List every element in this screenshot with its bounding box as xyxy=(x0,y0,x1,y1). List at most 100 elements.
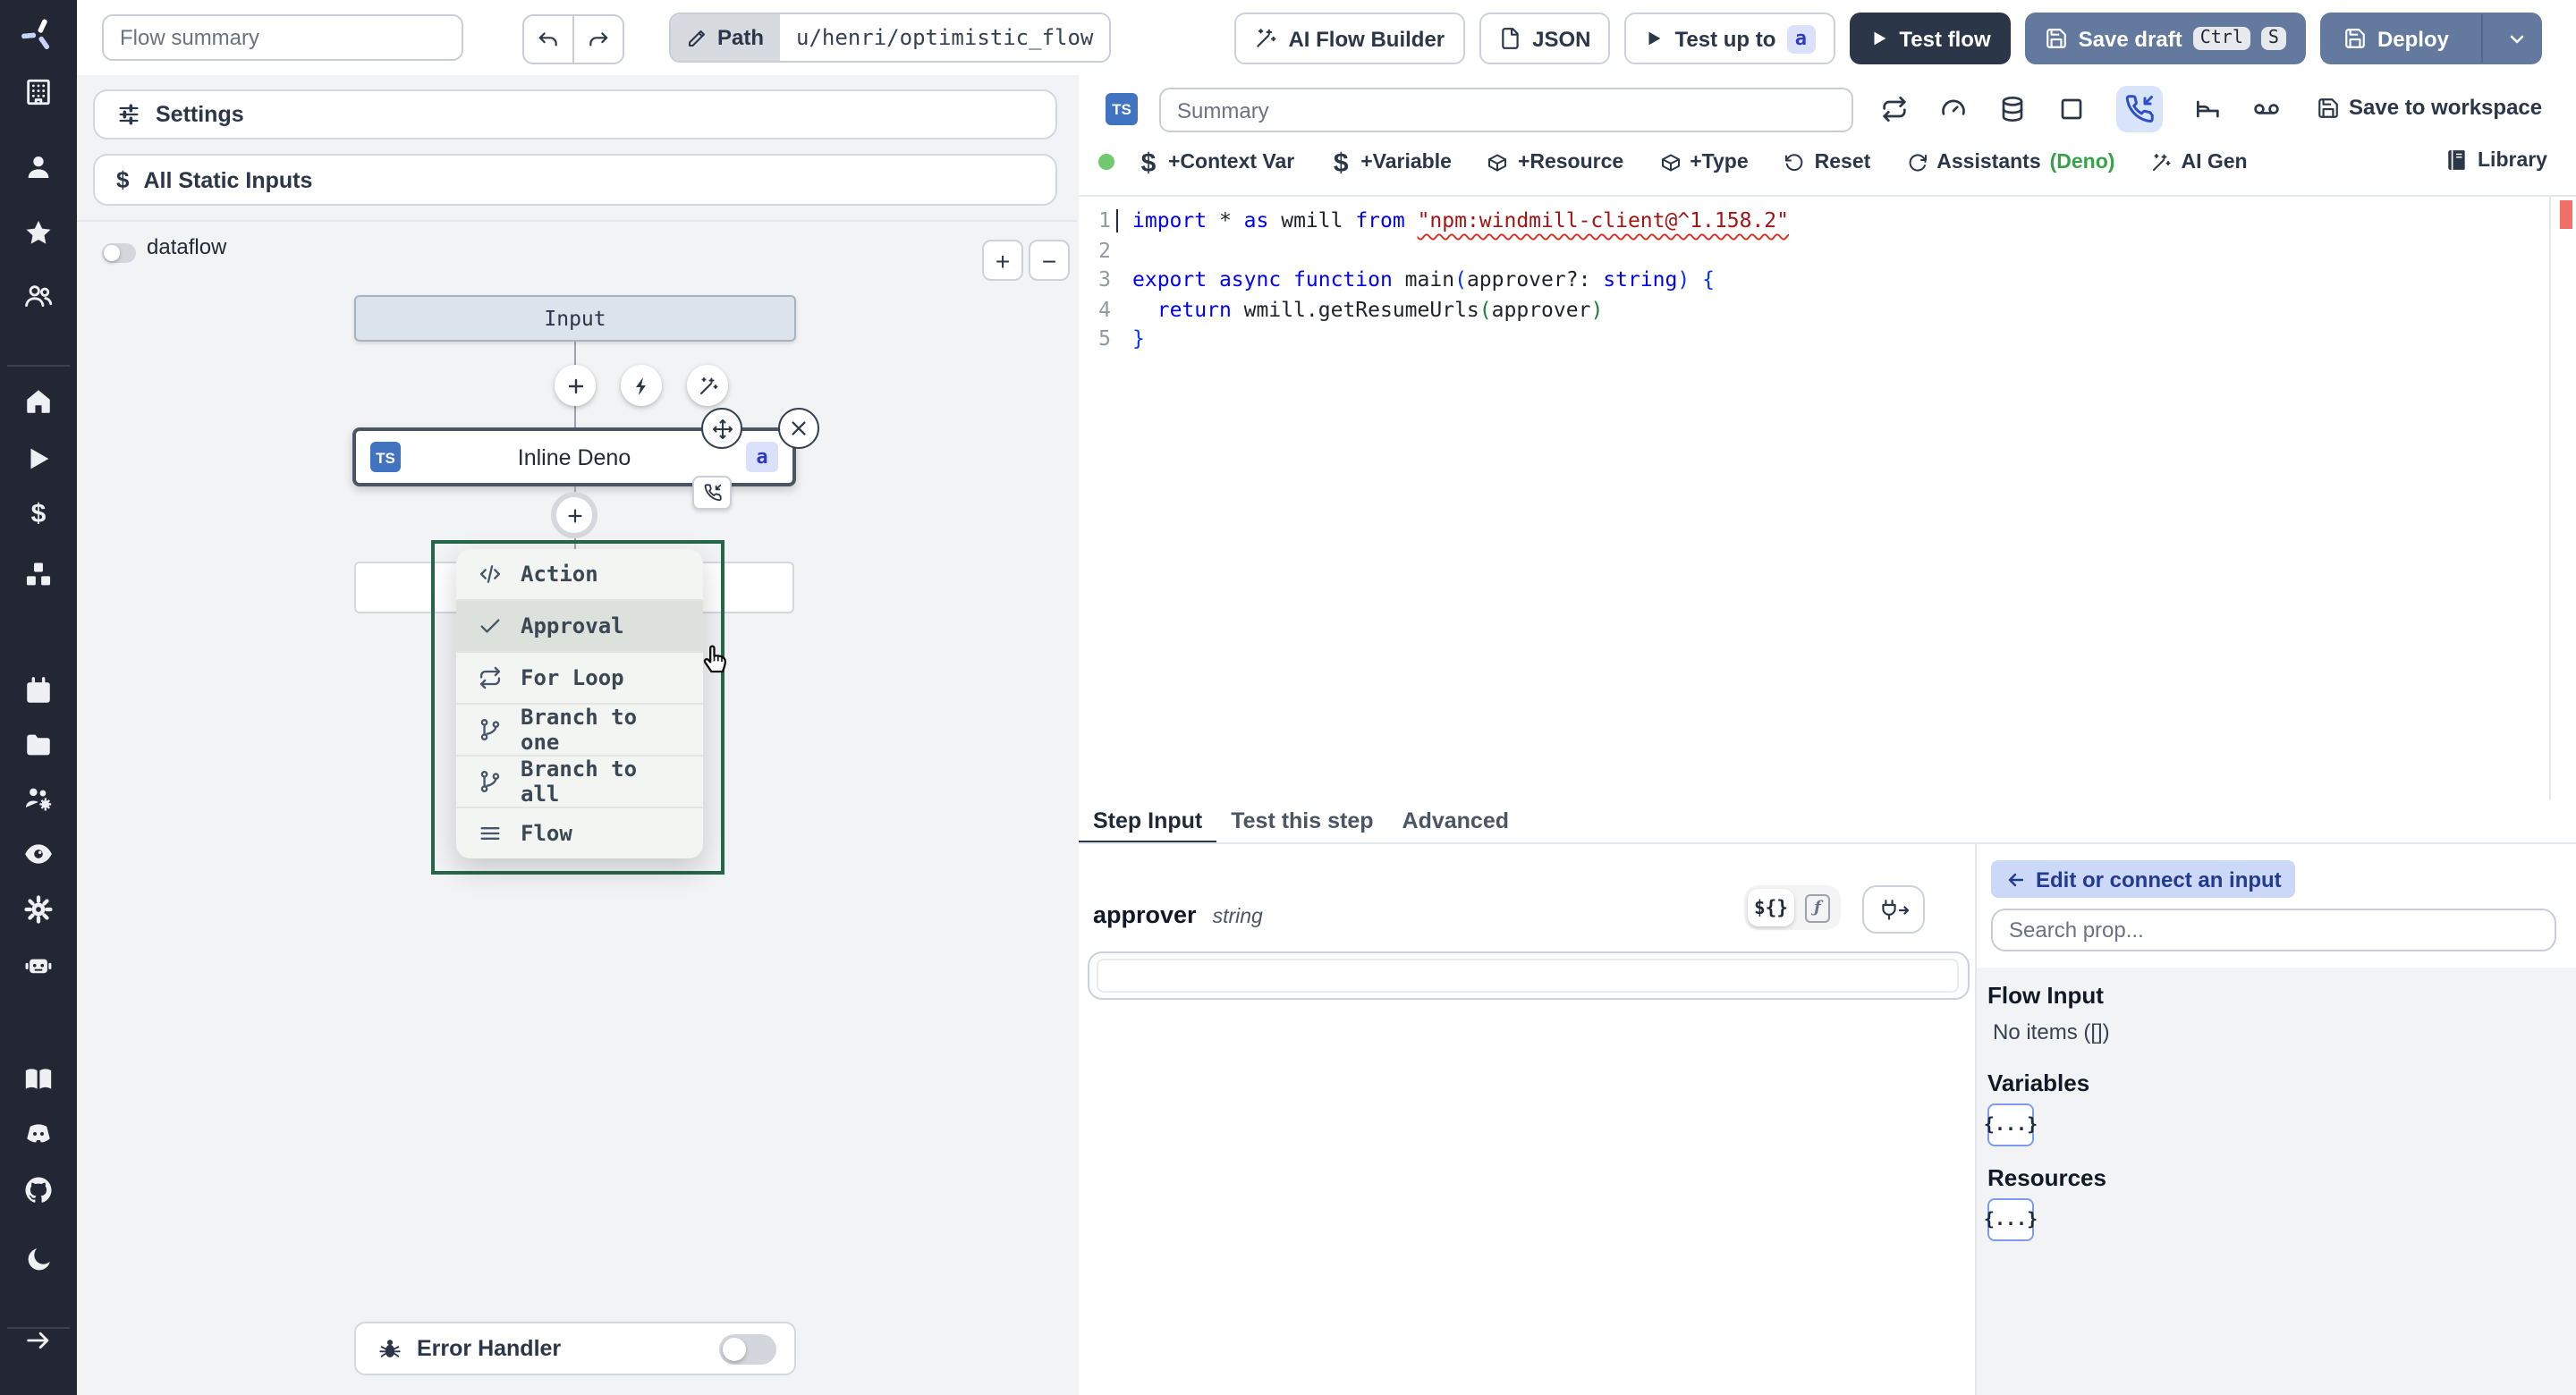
tab-test-this-step[interactable]: Test this step xyxy=(1216,798,1387,844)
rail-item-user[interactable] xyxy=(0,143,77,190)
trigger-bolt-button[interactable] xyxy=(621,365,662,406)
connect-input-button[interactable] xyxy=(1862,885,1925,934)
rail-item-users[interactable] xyxy=(0,272,77,318)
search-prop-input[interactable] xyxy=(1991,909,2556,951)
dataflow-toggle[interactable] xyxy=(102,243,136,263)
mode-json-button[interactable]: ${} xyxy=(1748,889,1794,926)
toolbar-assistants-button[interactable]: Assistants (Deno) xyxy=(1906,152,2114,173)
input-node[interactable]: Input xyxy=(354,295,796,342)
star-icon xyxy=(23,217,54,248)
resources-title: Resources xyxy=(1987,1164,2106,1191)
menu-item-for-loop[interactable]: For Loop xyxy=(456,653,703,705)
dollar-icon: $ xyxy=(30,498,47,528)
flow-settings-button[interactable]: Settings xyxy=(93,89,1057,140)
phone-incoming-icon[interactable] xyxy=(2116,86,2163,132)
deploy-split-button: Deploy xyxy=(2319,13,2542,64)
ai-wand-button[interactable] xyxy=(687,365,728,406)
toolbar-type-button[interactable]: +Type xyxy=(1659,152,1749,173)
rail-item-github[interactable] xyxy=(0,1166,77,1213)
rail-item-calendar[interactable] xyxy=(0,667,77,714)
json-button[interactable]: JSON xyxy=(1479,13,1611,64)
insert-step-button[interactable] xyxy=(555,365,596,406)
refresh-icon xyxy=(1906,152,1928,173)
flow-input-title: Flow Input xyxy=(1987,982,2104,1009)
editor-panel: TS Save to workspace $+Context Var $+Vari… xyxy=(1079,75,2576,1395)
variables-expand-button[interactable]: {...} xyxy=(1984,1103,2038,1146)
rail-item-users-gear[interactable] xyxy=(0,774,77,821)
code-editor[interactable]: 1 import * as wmill from "npm:windmill-cl… xyxy=(1079,195,2576,799)
library-button[interactable]: Library xyxy=(2445,148,2547,172)
toolbar-resource-button[interactable]: +Resource xyxy=(1487,152,1623,173)
move-step-button[interactable] xyxy=(701,408,742,449)
prop-name: approver xyxy=(1093,901,1197,928)
flow-summary-input[interactable] xyxy=(102,14,463,61)
menu-item-approval[interactable]: Approval xyxy=(456,601,703,653)
rail-item-book[interactable] xyxy=(0,1055,77,1102)
rail-item-arrow-right[interactable] xyxy=(0,1316,77,1363)
error-handler-row[interactable]: Error Handler xyxy=(354,1322,796,1375)
redo-button[interactable] xyxy=(574,14,624,64)
gauge-icon[interactable] xyxy=(1939,95,1968,123)
ai-flow-builder-button[interactable]: AI Flow Builder xyxy=(1234,13,1465,64)
edit-or-connect-button[interactable]: Edit or connect an input xyxy=(1991,860,2296,898)
step-summary-input[interactable] xyxy=(1159,88,1853,132)
users-gear-icon xyxy=(23,782,54,813)
toolbar-aigen-button[interactable]: AI Gen xyxy=(2150,152,2248,173)
insert-step-below-button[interactable] xyxy=(551,492,597,538)
menu-item-branch-to-all[interactable]: Branch to all xyxy=(456,757,703,808)
save-draft-button[interactable]: Save draft Ctrl S xyxy=(2024,13,2306,64)
rail-item-folder[interactable] xyxy=(0,721,77,767)
repeat-icon[interactable] xyxy=(1880,95,1909,123)
prop-value-input[interactable] xyxy=(1097,959,1959,993)
square-icon[interactable] xyxy=(2057,95,2086,123)
play-icon xyxy=(1645,29,1665,48)
database-icon[interactable] xyxy=(1998,95,2027,123)
deploy-dropdown-button[interactable] xyxy=(2494,14,2540,63)
rail-item-home[interactable] xyxy=(0,377,77,424)
rail-item-dollar[interactable]: $ xyxy=(0,490,77,537)
typescript-badge: TS xyxy=(370,442,401,472)
all-static-inputs-button[interactable]: $ All Static Inputs xyxy=(93,154,1057,206)
resources-expand-button[interactable]: {...} xyxy=(1984,1198,2038,1241)
path-edit-button[interactable]: Path xyxy=(671,14,781,61)
tab-step-input[interactable]: Step Input xyxy=(1079,798,1217,844)
rail-item-play[interactable] xyxy=(0,435,77,481)
line-number: 1 xyxy=(1098,207,1111,232)
error-handler-toggle[interactable] xyxy=(719,1333,776,1364)
delete-step-button[interactable] xyxy=(778,408,819,449)
toolbar-contextvar-button[interactable]: $ +Context Var xyxy=(1138,149,1295,176)
path-control[interactable]: Path u/henri/optimistic_flow xyxy=(669,13,1112,63)
menu-item-action[interactable]: Action xyxy=(456,549,703,601)
package-icon xyxy=(1659,152,1681,173)
bed-icon[interactable] xyxy=(2193,95,2222,123)
rail-item-robot[interactable] xyxy=(0,941,77,987)
undo-button[interactable] xyxy=(522,14,574,64)
test-flow-button[interactable]: Test flow xyxy=(1849,13,2011,64)
rail-item-eye[interactable] xyxy=(0,830,77,876)
rail-item-discord[interactable] xyxy=(0,1111,77,1157)
rail-item-gear[interactable] xyxy=(0,885,77,932)
bug-icon xyxy=(377,1336,402,1361)
rail-item-boxes[interactable] xyxy=(0,551,77,597)
deploy-button[interactable]: Deploy xyxy=(2322,26,2470,51)
book-icon xyxy=(23,1063,54,1094)
typescript-badge: TS xyxy=(1106,93,1138,125)
toolbar-variable-button[interactable]: $ +Variable xyxy=(1330,149,1452,176)
rail-item-star[interactable] xyxy=(0,209,77,256)
voicemail-icon[interactable] xyxy=(2252,95,2281,123)
rail-item-building[interactable] xyxy=(0,68,77,114)
test-up-to-button[interactable]: Test up to a xyxy=(1624,13,1835,64)
tab-advanced[interactable]: Advanced xyxy=(1388,798,1524,844)
bolt-icon xyxy=(631,375,652,396)
menu-item-branch-to-one[interactable]: Branch to one xyxy=(456,705,703,757)
windmill-logo-icon[interactable] xyxy=(18,14,59,55)
save-to-workspace-button[interactable]: Save to workspace xyxy=(2317,95,2542,120)
toolbar-reset-button[interactable]: Reset xyxy=(1784,152,1870,173)
zoom-in-button[interactable]: + xyxy=(982,240,1023,281)
menu-item-flow[interactable]: Flow xyxy=(456,808,703,858)
mode-function-button[interactable]: ƒ xyxy=(1798,889,1837,926)
rail-item-moon[interactable] xyxy=(0,1236,77,1282)
zoom-out-button[interactable]: − xyxy=(1029,240,1070,281)
close-icon xyxy=(789,418,809,438)
gear-icon xyxy=(23,893,54,924)
